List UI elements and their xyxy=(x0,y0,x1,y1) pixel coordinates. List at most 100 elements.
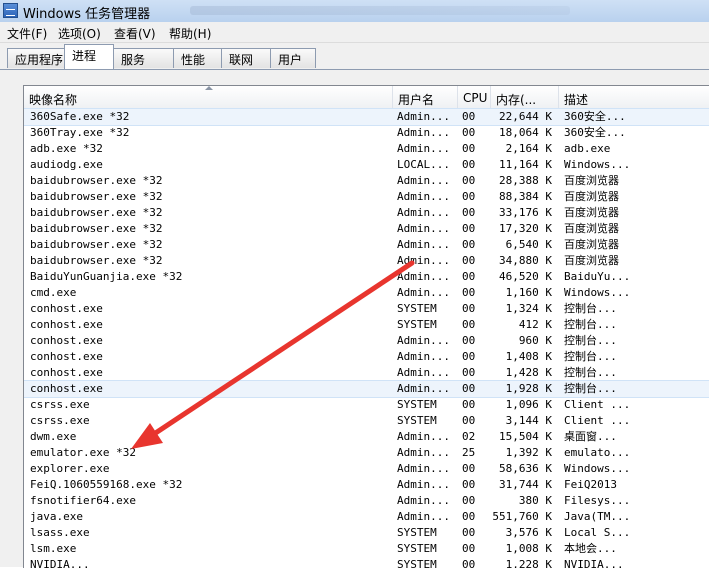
user-name-cell: SYSTEM xyxy=(397,526,437,539)
cpu-cell: 00 xyxy=(462,110,476,123)
table-row[interactable]: emulator.exe *32 Admin... 25 1,392 K emulato… xyxy=(24,445,709,461)
user-name-cell: Admin... xyxy=(397,222,450,235)
menu-view[interactable]: 查看(V) xyxy=(114,25,156,42)
user-name-cell: Admin... xyxy=(397,462,450,475)
cpu-cell: 00 xyxy=(462,366,476,379)
column-description[interactable]: 描述 xyxy=(559,86,709,109)
tab-networking[interactable]: 联网 xyxy=(221,48,271,68)
process-name-cell: 360Tray.exe *32 xyxy=(30,126,130,139)
table-row[interactable]: FeiQ.1060559168.exe *32 Admin... 00 31,744 … xyxy=(24,477,709,493)
menu-options[interactable]: 选项(O) xyxy=(58,25,101,42)
process-name-cell: baidubrowser.exe *32 xyxy=(30,254,163,267)
process-name-cell: adb.exe *32 xyxy=(30,142,103,155)
memory-cell: 34,880 K xyxy=(499,254,552,267)
process-name-cell: emulator.exe *32 xyxy=(30,446,136,459)
table-row[interactable]: NVIDIA... SYSTEM 00 1,228 K NVIDIA... xyxy=(24,557,709,568)
cpu-cell: 02 xyxy=(462,430,476,443)
table-row[interactable]: lsass.exe SYSTEM 00 3,576 K Local S... xyxy=(24,525,709,541)
user-name-cell: Admin... xyxy=(397,334,450,347)
table-row[interactable]: cmd.exe Admin... 00 1,160 K Windows... xyxy=(24,285,709,301)
description-cell: 360安全... xyxy=(564,110,626,123)
cpu-cell: 00 xyxy=(462,382,476,395)
table-row[interactable]: conhost.exe Admin... 00 1,928 K 控制台... xyxy=(24,380,709,398)
memory-cell: 33,176 K xyxy=(499,206,552,219)
process-name-cell: conhost.exe xyxy=(30,318,103,331)
table-row[interactable]: explorer.exe Admin... 00 58,636 K Windows... xyxy=(24,461,709,477)
description-cell: Filesys... xyxy=(564,494,631,507)
process-name-cell: audiodg.exe xyxy=(30,158,103,171)
column-memory[interactable]: 内存(... xyxy=(491,86,559,109)
description-cell: Client ... xyxy=(564,414,631,427)
table-row[interactable]: baidubrowser.exe *32 Admin... 00 6,540 K 百度浏… xyxy=(24,237,709,253)
memory-cell: 1,096 K xyxy=(505,398,552,411)
process-list[interactable]: 映像名称 用户名 CPU 内存(... 描述 360Safe.exe *32 Ad… xyxy=(23,85,709,568)
cpu-cell: 00 xyxy=(462,334,476,347)
cpu-cell: 00 xyxy=(462,270,476,283)
user-name-cell: SYSTEM xyxy=(397,542,437,555)
cpu-cell: 00 xyxy=(462,398,476,411)
memory-cell: 88,384 K xyxy=(499,190,552,203)
table-row[interactable]: csrss.exe SYSTEM 00 1,096 K Client ... xyxy=(24,397,709,413)
table-row[interactable]: baidubrowser.exe *32 Admin... 00 88,384 K 百度… xyxy=(24,189,709,205)
description-cell: FeiQ2013 xyxy=(564,478,617,491)
menu-bar: 文件(F) 选项(O) 查看(V) 帮助(H) xyxy=(0,22,709,43)
table-row[interactable]: conhost.exe Admin... 00 960 K 控制台... xyxy=(24,333,709,349)
table-row[interactable]: lsm.exe SYSTEM 00 1,008 K 本地会... xyxy=(24,541,709,557)
description-cell: 百度浏览器 xyxy=(564,206,619,219)
memory-cell: 2,164 K xyxy=(505,142,552,155)
memory-cell: 15,504 K xyxy=(499,430,552,443)
blurred-path-overlay xyxy=(190,6,570,15)
process-rows: 360Safe.exe *32 Admin... 00 22,644 K 360安全..… xyxy=(24,108,709,568)
table-row[interactable]: conhost.exe Admin... 00 1,428 K 控制台... xyxy=(24,365,709,381)
table-row[interactable]: BaiduYunGuanjia.exe *32 Admin... 00 46,520 … xyxy=(24,269,709,285)
table-row[interactable]: baidubrowser.exe *32 Admin... 00 28,388 K 百度… xyxy=(24,173,709,189)
user-name-cell: SYSTEM xyxy=(397,318,437,331)
tab-users[interactable]: 用户 xyxy=(270,48,316,68)
process-name-cell: baidubrowser.exe *32 xyxy=(30,190,163,203)
cpu-cell: 00 xyxy=(462,254,476,267)
table-row[interactable]: adb.exe *32 Admin... 00 2,164 K adb.exe xyxy=(24,141,709,157)
memory-cell: 1,228 K xyxy=(505,558,552,568)
table-row[interactable]: conhost.exe SYSTEM 00 412 K 控制台... xyxy=(24,317,709,333)
tab-services[interactable]: 服务 xyxy=(113,48,174,68)
table-row[interactable]: audiodg.exe LOCAL... 00 11,164 K Windows... xyxy=(24,157,709,173)
table-row[interactable]: dwm.exe Admin... 02 15,504 K 桌面窗... xyxy=(24,429,709,445)
table-row[interactable]: java.exe Admin... 00 551,760 K Java(TM... xyxy=(24,509,709,525)
user-name-cell: Admin... xyxy=(397,206,450,219)
tab-applications[interactable]: 应用程序 xyxy=(7,48,65,68)
menu-help[interactable]: 帮助(H) xyxy=(169,25,211,42)
description-cell: Java(TM... xyxy=(564,510,631,523)
memory-cell: 18,064 K xyxy=(499,126,552,139)
description-cell: 360安全... xyxy=(564,126,626,139)
user-name-cell: SYSTEM xyxy=(397,302,437,315)
process-name-cell: dwm.exe xyxy=(30,430,77,443)
tab-processes[interactable]: 进程 xyxy=(64,44,114,69)
menu-file[interactable]: 文件(F) xyxy=(7,25,47,42)
column-cpu[interactable]: CPU xyxy=(458,86,491,109)
process-name-cell: csrss.exe xyxy=(30,414,90,427)
process-name-cell: FeiQ.1060559168.exe *32 xyxy=(30,478,183,491)
memory-cell: 28,388 K xyxy=(499,174,552,187)
cpu-cell: 00 xyxy=(462,414,476,427)
description-cell: 控制台... xyxy=(564,302,617,315)
table-row[interactable]: baidubrowser.exe *32 Admin... 00 34,880 K 百度… xyxy=(24,253,709,269)
description-cell: 控制台... xyxy=(564,366,617,379)
cpu-cell: 00 xyxy=(462,206,476,219)
table-row[interactable]: 360Tray.exe *32 Admin... 00 18,064 K 360安全..… xyxy=(24,125,709,141)
table-row[interactable]: conhost.exe SYSTEM 00 1,324 K 控制台... xyxy=(24,301,709,317)
table-row[interactable]: csrss.exe SYSTEM 00 3,144 K Client ... xyxy=(24,413,709,429)
table-row[interactable]: baidubrowser.exe *32 Admin... 00 17,320 K 百度… xyxy=(24,221,709,237)
user-name-cell: Admin... xyxy=(397,366,450,379)
user-name-cell: Admin... xyxy=(397,382,450,395)
column-user-name[interactable]: 用户名 xyxy=(393,86,458,109)
table-row[interactable]: 360Safe.exe *32 Admin... 00 22,644 K 360安全..… xyxy=(24,108,709,126)
tab-performance[interactable]: 性能 xyxy=(173,48,222,68)
description-cell: 控制台... xyxy=(564,382,617,395)
user-name-cell: Admin... xyxy=(397,350,450,363)
table-row[interactable]: fsnotifier64.exe Admin... 00 380 K Filesys..… xyxy=(24,493,709,509)
process-name-cell: baidubrowser.exe *32 xyxy=(30,222,163,235)
description-cell: Local S... xyxy=(564,526,631,539)
table-row[interactable]: conhost.exe Admin... 00 1,408 K 控制台... xyxy=(24,349,709,365)
memory-cell: 3,144 K xyxy=(505,414,552,427)
table-row[interactable]: baidubrowser.exe *32 Admin... 00 33,176 K 百度… xyxy=(24,205,709,221)
